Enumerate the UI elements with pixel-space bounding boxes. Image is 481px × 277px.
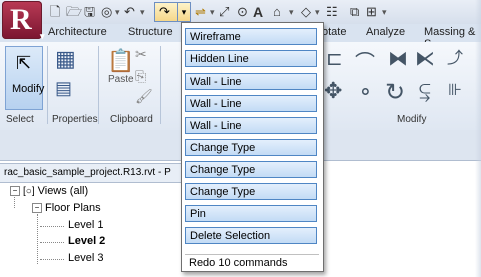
type-properties-icon[interactable]: ▦: [55, 46, 76, 72]
chevron-down-icon[interactable]: ▾: [382, 4, 387, 20]
redo-item[interactable]: Change Type: [185, 183, 317, 200]
chevron-down-icon: ▾: [181, 7, 187, 17]
new-file-icon[interactable]: 🗋: [50, 4, 60, 20]
tree-item-views-all[interactable]: − [○] Views (all): [10, 185, 88, 197]
tab-annotate[interactable]: otate: [322, 26, 346, 38]
revit-logo-icon: R: [10, 3, 32, 36]
redo-item[interactable]: Wall - Line: [185, 95, 317, 112]
views-icon: [○]: [23, 186, 35, 197]
redo-item[interactable]: Delete Selection: [185, 227, 317, 244]
match-properties-icon[interactable]: 🖌: [135, 88, 153, 105]
project-browser-title: rac_basic_sample_project.R13.rvt - P: [0, 163, 194, 183]
redo-item[interactable]: Wall - Line: [185, 117, 317, 134]
mirror-draw-icon[interactable]: ⧔: [415, 46, 435, 71]
modify-button[interactable]: ⇱ Modify: [5, 46, 45, 110]
trim-icon[interactable]: ⥹: [419, 80, 431, 103]
tree-item-level-1[interactable]: Level 1: [68, 219, 103, 231]
tree-item-label: Views (all): [37, 185, 89, 197]
revit-window: R ▾ 🗋 🗁 🖫 ◎ ▾ ↶ ▾ ↷ ▾ ⇌ ▾ ⤢ ⊙ A ⌂ ▾ ◇ ▾ …: [0, 0, 481, 277]
chevron-down-icon[interactable]: ▾: [140, 4, 145, 20]
dimension-icon[interactable]: ⤢: [219, 4, 229, 20]
chevron-down-icon[interactable]: ▾: [315, 4, 320, 20]
application-menu-button[interactable]: R ▾: [2, 1, 45, 41]
section-icon[interactable]: ◇: [301, 4, 311, 20]
tree-item-label: Level 3: [68, 252, 104, 264]
cursor-arrow-icon: ⇱: [16, 53, 32, 73]
redo-history-dropdown: Wireframe Hidden Line Wall - Line Wall -…: [181, 22, 324, 272]
mirror-axis-icon[interactable]: ⧓: [388, 46, 408, 71]
redo-dropdown-button[interactable]: ▾: [177, 2, 191, 22]
tag-icon[interactable]: ⊙: [237, 4, 248, 20]
redo-item[interactable]: Pin: [185, 205, 317, 222]
chevron-down-icon: ▾: [40, 31, 45, 41]
save-icon[interactable]: 🖫: [84, 4, 95, 20]
move-icon[interactable]: ✥: [324, 78, 342, 104]
align-icon[interactable]: ⊏: [326, 46, 343, 71]
chevron-down-icon[interactable]: ▾: [289, 4, 294, 20]
paste-label: Paste: [108, 74, 134, 85]
cut-icon[interactable]: ✂: [135, 46, 147, 63]
offset-icon[interactable]: ⌒: [355, 46, 375, 75]
properties-icon[interactable]: ▤: [55, 78, 72, 99]
split-icon[interactable]: ⤴: [447, 44, 463, 68]
tree-item-level-3[interactable]: Level 3: [68, 252, 103, 264]
measure-icon[interactable]: ⇌: [195, 4, 206, 20]
copy-element-icon[interactable]: ⚬: [357, 80, 374, 105]
redo-item[interactable]: Hidden Line: [185, 50, 317, 67]
collapse-icon[interactable]: −: [32, 203, 42, 214]
tree-item-label: Floor Plans: [45, 202, 101, 214]
text-icon[interactable]: A: [253, 4, 263, 20]
panel-label-clipboard: Clipboard: [110, 114, 153, 125]
close-hidden-icon[interactable]: ⧉: [350, 4, 359, 20]
tree-item-level-2[interactable]: Level 2: [68, 235, 105, 247]
tab-architecture[interactable]: Architecture: [48, 26, 107, 38]
sync-icon[interactable]: ◎: [101, 4, 112, 20]
tab-analyze[interactable]: Analyze: [366, 26, 405, 38]
undo-icon[interactable]: ↶: [124, 4, 135, 20]
chevron-down-icon[interactable]: ▾: [210, 4, 215, 20]
thin-lines-icon[interactable]: ☷: [326, 4, 338, 20]
window-edge-shadow: [475, 0, 481, 277]
panel-label-select: Select: [6, 114, 34, 125]
panel-label-modify: Modify: [397, 114, 427, 125]
open-folder-icon[interactable]: 🗁: [66, 4, 82, 20]
redo-icon: ↷: [159, 4, 170, 19]
tree-item-label: Level 2: [68, 235, 106, 247]
collapse-icon[interactable]: −: [10, 186, 20, 197]
copy-icon[interactable]: ⎘: [135, 68, 146, 85]
tree-item-label: Level 1: [68, 219, 104, 231]
redo-item[interactable]: Change Type: [185, 161, 317, 178]
panel-label-properties: Properties: [52, 114, 98, 125]
redo-button[interactable]: ↷: [154, 2, 178, 22]
paste-icon[interactable]: 📋: [107, 48, 134, 74]
chevron-down-icon[interactable]: ▾: [115, 4, 120, 20]
switch-windows-icon[interactable]: ⊞: [366, 4, 377, 20]
redo-item[interactable]: Wall - Line: [185, 73, 317, 90]
redo-count-status: Redo 10 commands: [185, 254, 319, 271]
redo-item[interactable]: Change Type: [185, 139, 317, 156]
modify-button-label: Modify: [12, 83, 45, 95]
3d-view-icon[interactable]: ⌂: [273, 4, 281, 20]
redo-item[interactable]: Wireframe: [185, 28, 317, 45]
tab-structure[interactable]: Structure: [128, 26, 173, 38]
tree-item-floor-plans[interactable]: − Floor Plans: [32, 202, 101, 214]
rotate-icon[interactable]: ↻: [385, 78, 405, 107]
array-icon[interactable]: ⊪: [448, 80, 462, 100]
